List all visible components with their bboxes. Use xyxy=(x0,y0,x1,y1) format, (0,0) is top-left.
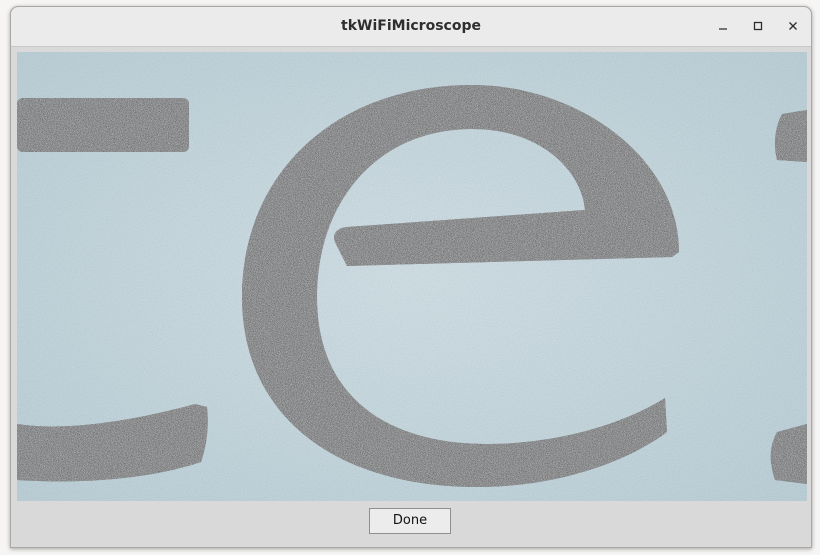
app-window: tkWiFiMicroscope Done xyxy=(10,6,812,548)
letter-fragment-left-top xyxy=(17,98,189,152)
close-icon xyxy=(789,22,797,30)
done-button[interactable]: Done xyxy=(369,508,451,534)
maximize-button[interactable] xyxy=(746,14,770,38)
title-bar[interactable]: tkWiFiMicroscope xyxy=(11,7,811,47)
microscope-view xyxy=(17,52,807,501)
minimize-icon xyxy=(719,28,727,30)
maximize-icon xyxy=(753,21,763,31)
minimize-button[interactable] xyxy=(711,14,735,38)
window-title: tkWiFiMicroscope xyxy=(341,18,481,34)
microscope-image xyxy=(17,52,807,501)
close-button[interactable] xyxy=(781,14,805,38)
